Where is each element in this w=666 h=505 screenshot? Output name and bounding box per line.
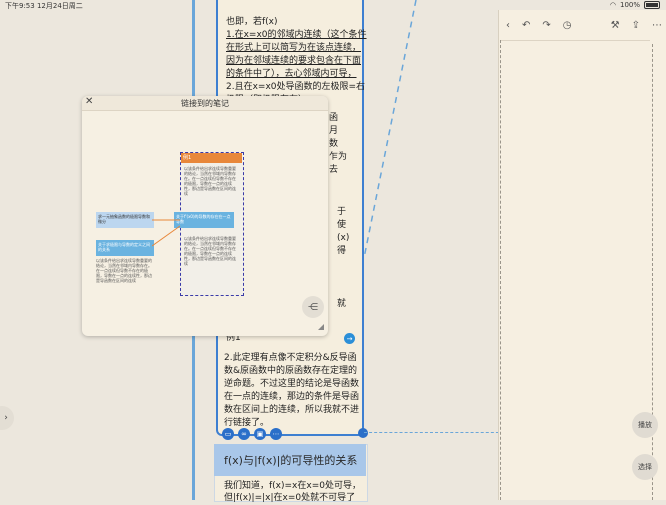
mini-body: 以该条件给出求连续导数重要的结论，当然在邻域内导数存在。在一点连续但导数不存在的… [96, 258, 152, 283]
dashed-connector [364, 432, 504, 433]
mini-box: 关于f'(x0)的导数的存在在一点导数 [174, 212, 234, 228]
expand-left-button[interactable]: › [0, 406, 14, 430]
mini-connector [152, 219, 181, 247]
mindmap-icon[interactable]: ⋲ [302, 296, 324, 318]
mini-body: 以该条件给出求连续导数重要的结论，当然在邻域内导数存在。在一点连续但导数不存在的… [184, 166, 236, 196]
clipped-fragment: 使 [337, 220, 347, 230]
back-icon[interactable]: ‹ [506, 20, 510, 31]
share-icon[interactable]: ⇪ [632, 20, 640, 31]
note-card-2-line: 但|f(x)|=|x|在x=0处就不可导了 [224, 493, 356, 503]
clipped-fragment: 去 [329, 165, 339, 175]
clipped-fragment: 得 [337, 246, 347, 256]
para2-line: 数&原函数中的原函数存在定理的 [224, 366, 358, 376]
card-line: 也即，若f(x) [226, 17, 278, 27]
card-toolbar: ▭ ∞ ▣ ⋯ [222, 428, 282, 440]
para2-line: 在一点的连续，那边的条件是导函 [224, 392, 360, 402]
card-line: 因为在邻域连续的要求包含在下面 [226, 56, 362, 66]
card-line: 2.且在x=x0处导函数的左极限=右 [226, 82, 366, 92]
mini-body: 以该条件给出求连续导数重要的结论，当然在邻域内导数存在。在一点连续但导数不存在的… [184, 236, 236, 266]
para2-line: 逆命题。不过这里的结论是导函数 [224, 379, 360, 389]
arrow-right-icon[interactable]: → [344, 333, 355, 344]
tool-icon[interactable]: ⚒ [611, 20, 620, 31]
clipped-fragment: 乍为 [329, 152, 348, 162]
link-icon[interactable]: ∞ [238, 428, 250, 440]
clipped-fragment: 于 [337, 207, 347, 217]
more-icon[interactable]: ⋯ [652, 20, 662, 31]
mini-box: 关于求极限与导数的定义之间的关系 [96, 240, 154, 256]
play-button[interactable]: 播放 [632, 412, 658, 438]
popup-header: ✕ 链接到的笔记 [82, 96, 328, 111]
linked-notes-popup[interactable]: ✕ 链接到的笔记 例1 以该条件给出求连续导数重要的结论，当然在邻域内导数存在。… [82, 96, 328, 336]
card-line: 1.在x=x0的邻域内连续（这个条件 [226, 30, 367, 40]
para2-line: 2.此定理有点像不定积分&反导函 [224, 353, 357, 363]
comment-icon[interactable]: ▭ [222, 428, 234, 440]
wifi-icon: ◠ [609, 1, 616, 9]
battery-percent: 100% [619, 1, 640, 9]
select-button[interactable]: 选择 [632, 454, 658, 480]
toolbar-divider [500, 40, 650, 41]
battery-icon [644, 1, 660, 9]
clipped-fragment: 函 [329, 113, 339, 123]
clipped-fragment: (x) [337, 233, 350, 243]
right-panel-toolbar: ‹ ↶ ↷ ◷ ⚒ ⇪ ⋯ [506, 16, 662, 34]
card-line: 的条件中了），去心邻域内可导， [226, 69, 357, 79]
popup-title: 链接到的笔记 [181, 99, 229, 108]
status-date: 12月24日周二 [36, 2, 83, 10]
mini-box: 求一元抽象函数的极限导数和微分 [96, 212, 154, 228]
clipped-fragment: 数 [329, 139, 339, 149]
para2-line: 数在区间上的连续，所以我就不进 [224, 405, 360, 415]
card-text: 也即，若f(x) 1.在x=x0的邻域内连续（这个条件 在形式上可以简写为在该点连续… [216, 16, 367, 107]
note-card-2-title: f(x)与|f(x)|的可导性的关系 [214, 444, 366, 476]
resize-handle[interactable] [358, 428, 368, 438]
clipped-fragment: 就 [337, 299, 347, 309]
resize-corner-icon[interactable] [318, 324, 324, 330]
panel-dashed-guide [500, 40, 501, 500]
undo-icon[interactable]: ↶ [522, 20, 530, 31]
card-paragraph-2: 2.此定理有点像不定积分&反导函 数&原函数中的原函数存在定理的 逆命题。不过这… [224, 352, 364, 430]
chevron-right-icon: › [4, 413, 8, 423]
status-time: 下午9:53 [5, 2, 35, 10]
clipped-fragment: 月 [329, 126, 339, 136]
toolbox-icon[interactable]: ▣ [254, 428, 266, 440]
clock-icon[interactable]: ◷ [563, 20, 572, 31]
redo-icon[interactable]: ↷ [542, 20, 550, 31]
card-line: 在形式上可以简写为在该点连续， [226, 43, 362, 53]
mini-orange-title: 例1 [181, 153, 242, 163]
more-icon[interactable]: ⋯ [270, 428, 282, 440]
